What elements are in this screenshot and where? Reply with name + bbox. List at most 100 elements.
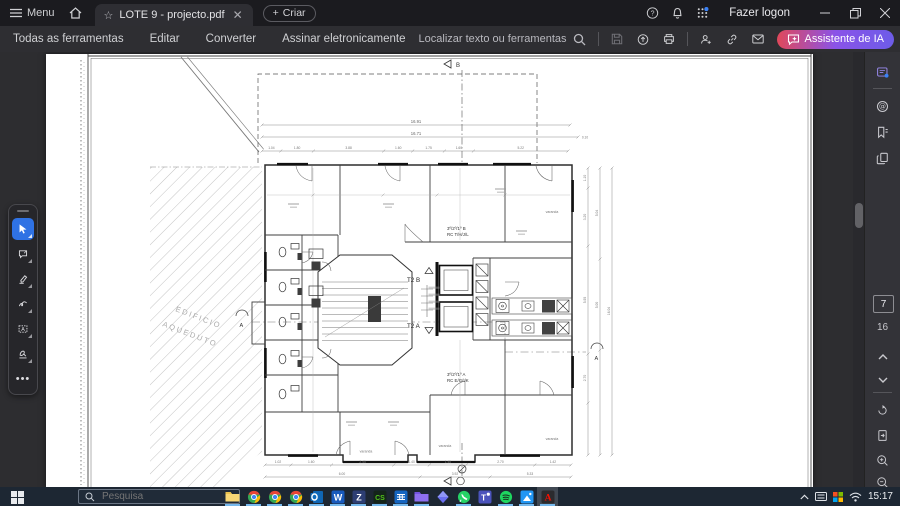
next-page-button[interactable] [870,368,895,392]
search-placeholder: Localizar texto ou ferramentas [418,33,567,45]
more-tools-button[interactable]: ••• [12,368,34,390]
page-thumbnails-button[interactable] [870,146,895,170]
taskbar-spotify[interactable] [495,487,516,506]
comment-tool[interactable] [12,243,34,265]
fit-page-button[interactable] [870,423,895,447]
highlight-tool[interactable] [12,268,34,290]
current-page-box[interactable]: 7 [873,295,894,313]
svg-text:5.04: 5.04 [595,210,599,217]
whatsapp-icon [457,490,470,503]
taskbar-search-box[interactable] [78,489,240,504]
email-button[interactable] [746,28,770,50]
link-button[interactable] [720,28,744,50]
system-tray: 15:17 [800,487,900,506]
tray-show-hidden-button[interactable] [800,494,809,500]
taskbar-app-cs[interactable]: CS [369,487,390,506]
kitchen-fixtures [491,297,573,337]
fit-page-icon [878,429,887,441]
minimize-button[interactable] [810,0,840,26]
plus-icon: + [272,7,279,19]
apps-grid-button[interactable] [690,0,715,26]
taskbar-acrobat[interactable]: A [537,487,558,506]
ai-assistant-panel-button[interactable] [870,60,895,84]
menu-label: Menu [27,7,55,19]
taskbar-chrome-3[interactable] [285,487,306,506]
text-box-icon: A [18,325,28,333]
sign-in-button[interactable]: Fazer logon [723,6,796,20]
chrome-icon [247,490,260,503]
taskbar-search-input[interactable] [100,490,214,503]
menu-convert[interactable]: Converter [193,26,270,52]
scrollbar-thumb[interactable] [855,203,863,228]
star-icon[interactable]: ☆ [104,9,114,22]
add-text-tool[interactable]: A [12,318,34,340]
create-button[interactable]: + Criar [262,4,316,22]
svg-text:1.04: 1.04 [268,146,275,150]
request-signature-button[interactable] [694,28,718,50]
comments-panel-button[interactable]: @ [870,94,895,118]
svg-text:1.60: 1.60 [456,146,463,150]
balcony-label: varanda [360,450,373,454]
toolbar-drag-handle[interactable] [17,210,29,212]
start-button[interactable] [11,490,25,504]
ai-assistant-button[interactable]: Assistente de IA [776,29,894,49]
cursor-icon [19,224,27,234]
windows-taskbar: W Z CS T [0,487,900,506]
restore-button[interactable] [840,0,870,26]
tray-colored-app-button[interactable] [832,491,843,502]
taskbar-outlook[interactable] [306,487,327,506]
taskbar-app-z[interactable]: Z [348,487,369,506]
minimize-icon [820,12,830,14]
unit-top-label-1: 3º/2º/1º B [447,226,466,231]
notifications-button[interactable] [665,0,690,26]
draw-tool[interactable] [12,293,34,315]
select-tool[interactable] [12,218,34,240]
taskbar-photos[interactable] [516,487,537,506]
tray-wifi-button[interactable] [849,492,862,502]
taskbar-app-purple-folder[interactable] [411,487,432,506]
save-button[interactable] [605,28,629,50]
taskbar-whatsapp[interactable] [453,487,474,506]
print-button[interactable] [657,28,681,50]
fill-sign-tool[interactable] [12,343,34,365]
bathroom-fixtures [278,243,324,400]
elevator-top-label: T2 B [407,277,420,284]
menu-button[interactable]: Menu [0,0,63,26]
taskbar-teams[interactable]: T [474,487,495,506]
close-button[interactable] [870,0,900,26]
home-button[interactable] [63,0,89,26]
document-canvas[interactable]: EDIFICIO AQUEDUTO 16.91 16.71 0.10 1.04 … [0,52,853,487]
taskbar-app-diamond[interactable] [432,487,453,506]
menu-edit[interactable]: Editar [137,26,193,52]
svg-text:1.40: 1.40 [408,460,415,464]
taskbar-app-grid[interactable] [390,487,411,506]
taskbar-word[interactable]: W [327,487,348,506]
printer-icon [663,34,674,44]
zoom-in-button[interactable] [870,448,895,472]
share-upload-button[interactable] [631,28,655,50]
taskbar-clock[interactable]: 15:17 [868,491,893,502]
taskbar-chrome-2[interactable] [264,487,285,506]
taskbar-file-explorer[interactable] [222,487,243,506]
svg-text:1.80: 1.80 [294,146,301,150]
tray-touch-keyboard-button[interactable] [814,492,827,501]
dimensions-top: 16.91 16.71 0.10 1.04 1.80 3.88 1.60 1.7… [260,119,588,153]
signature-pen-icon [19,350,27,359]
find-toolbar-search[interactable]: Localizar texto ou ferramentas [413,33,592,46]
titlebar: Menu ☆ LOTE 9 - projecto.pdf ✕ + Criar ? [0,0,900,26]
svg-text:16.91: 16.91 [411,119,422,124]
tab-close-icon[interactable]: ✕ [231,8,245,22]
menu-esign[interactable]: Assinar eletronicamente [269,26,418,52]
bell-icon [673,7,682,19]
bookmarks-panel-button[interactable] [870,120,895,144]
floor-plan-drawing: EDIFICIO AQUEDUTO 16.91 16.71 0.10 1.04 … [80,54,812,487]
workspace: EDIFICIO AQUEDUTO 16.91 16.71 0.10 1.04 … [0,52,900,488]
taskbar-chrome-1[interactable] [243,487,264,506]
rotate-page-button[interactable] [870,398,895,422]
help-button[interactable]: ? [640,0,665,26]
app-grid-icon [394,490,407,503]
menu-all-tools[interactable]: Todas as ferramentas [0,26,137,52]
previous-page-button[interactable] [870,345,895,369]
document-tab[interactable]: ☆ LOTE 9 - projecto.pdf ✕ [94,4,253,26]
divider [686,32,688,46]
